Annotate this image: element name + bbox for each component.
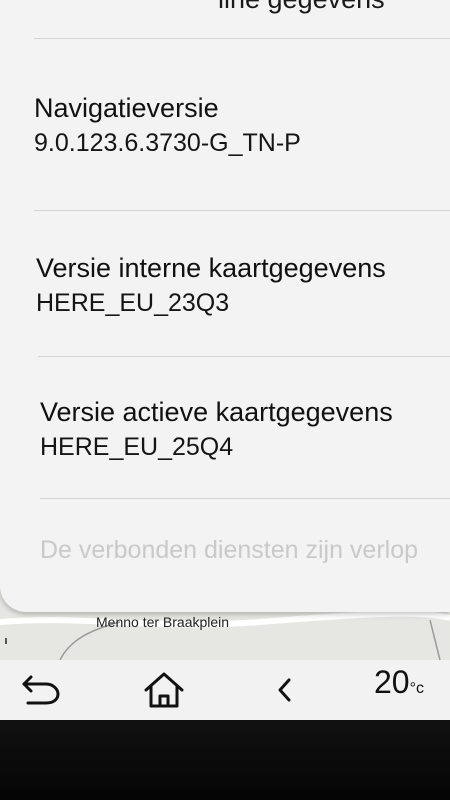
info-row-internal-map-version: Versie interne kaartgegevens HERE_EU_23Q… (36, 250, 450, 320)
home-icon (144, 672, 184, 708)
info-row-navigation-version: Navigatieversie 9.0.123.6.3730-G_TN-P (34, 90, 450, 160)
info-value: HERE_EU_23Q3 (36, 289, 230, 317)
divider (38, 356, 450, 357)
divider (34, 210, 450, 211)
info-row-active-map-version: Versie actieve kaartgegevens HERE_EU_25Q… (40, 394, 450, 464)
home-button[interactable] (138, 666, 190, 714)
info-title: Versie interne kaartgegevens (36, 253, 386, 283)
device-bezel (0, 720, 450, 800)
info-title: Navigatieversie (34, 93, 219, 123)
temperature-unit: °c (409, 680, 424, 697)
divider (34, 38, 450, 39)
back-arrow-icon (22, 675, 60, 705)
info-value: 9.0.123.6.3730-G_TN-P (34, 129, 301, 157)
previous-button[interactable] (258, 666, 310, 714)
connected-services-notice: De verbonden diensten zijn verlop (40, 536, 419, 564)
divider (40, 498, 450, 499)
temperature-display[interactable]: 20°c (374, 664, 424, 701)
chevron-left-icon (278, 678, 291, 702)
temperature-value: 20 (374, 664, 410, 700)
map-street-label: Menno ter Braakplein (96, 614, 230, 630)
back-button[interactable] (12, 666, 64, 714)
screen: Menno ter Braakplein line gegevens Navig… (0, 0, 450, 800)
info-title: Versie actieve kaartgegevens (40, 397, 393, 427)
info-value: HERE_EU_25Q4 (40, 433, 234, 461)
section-heading-partial: line gegevens (218, 0, 385, 15)
version-info-panel: line gegevens Navigatieversie 9.0.123.6.… (0, 0, 450, 612)
